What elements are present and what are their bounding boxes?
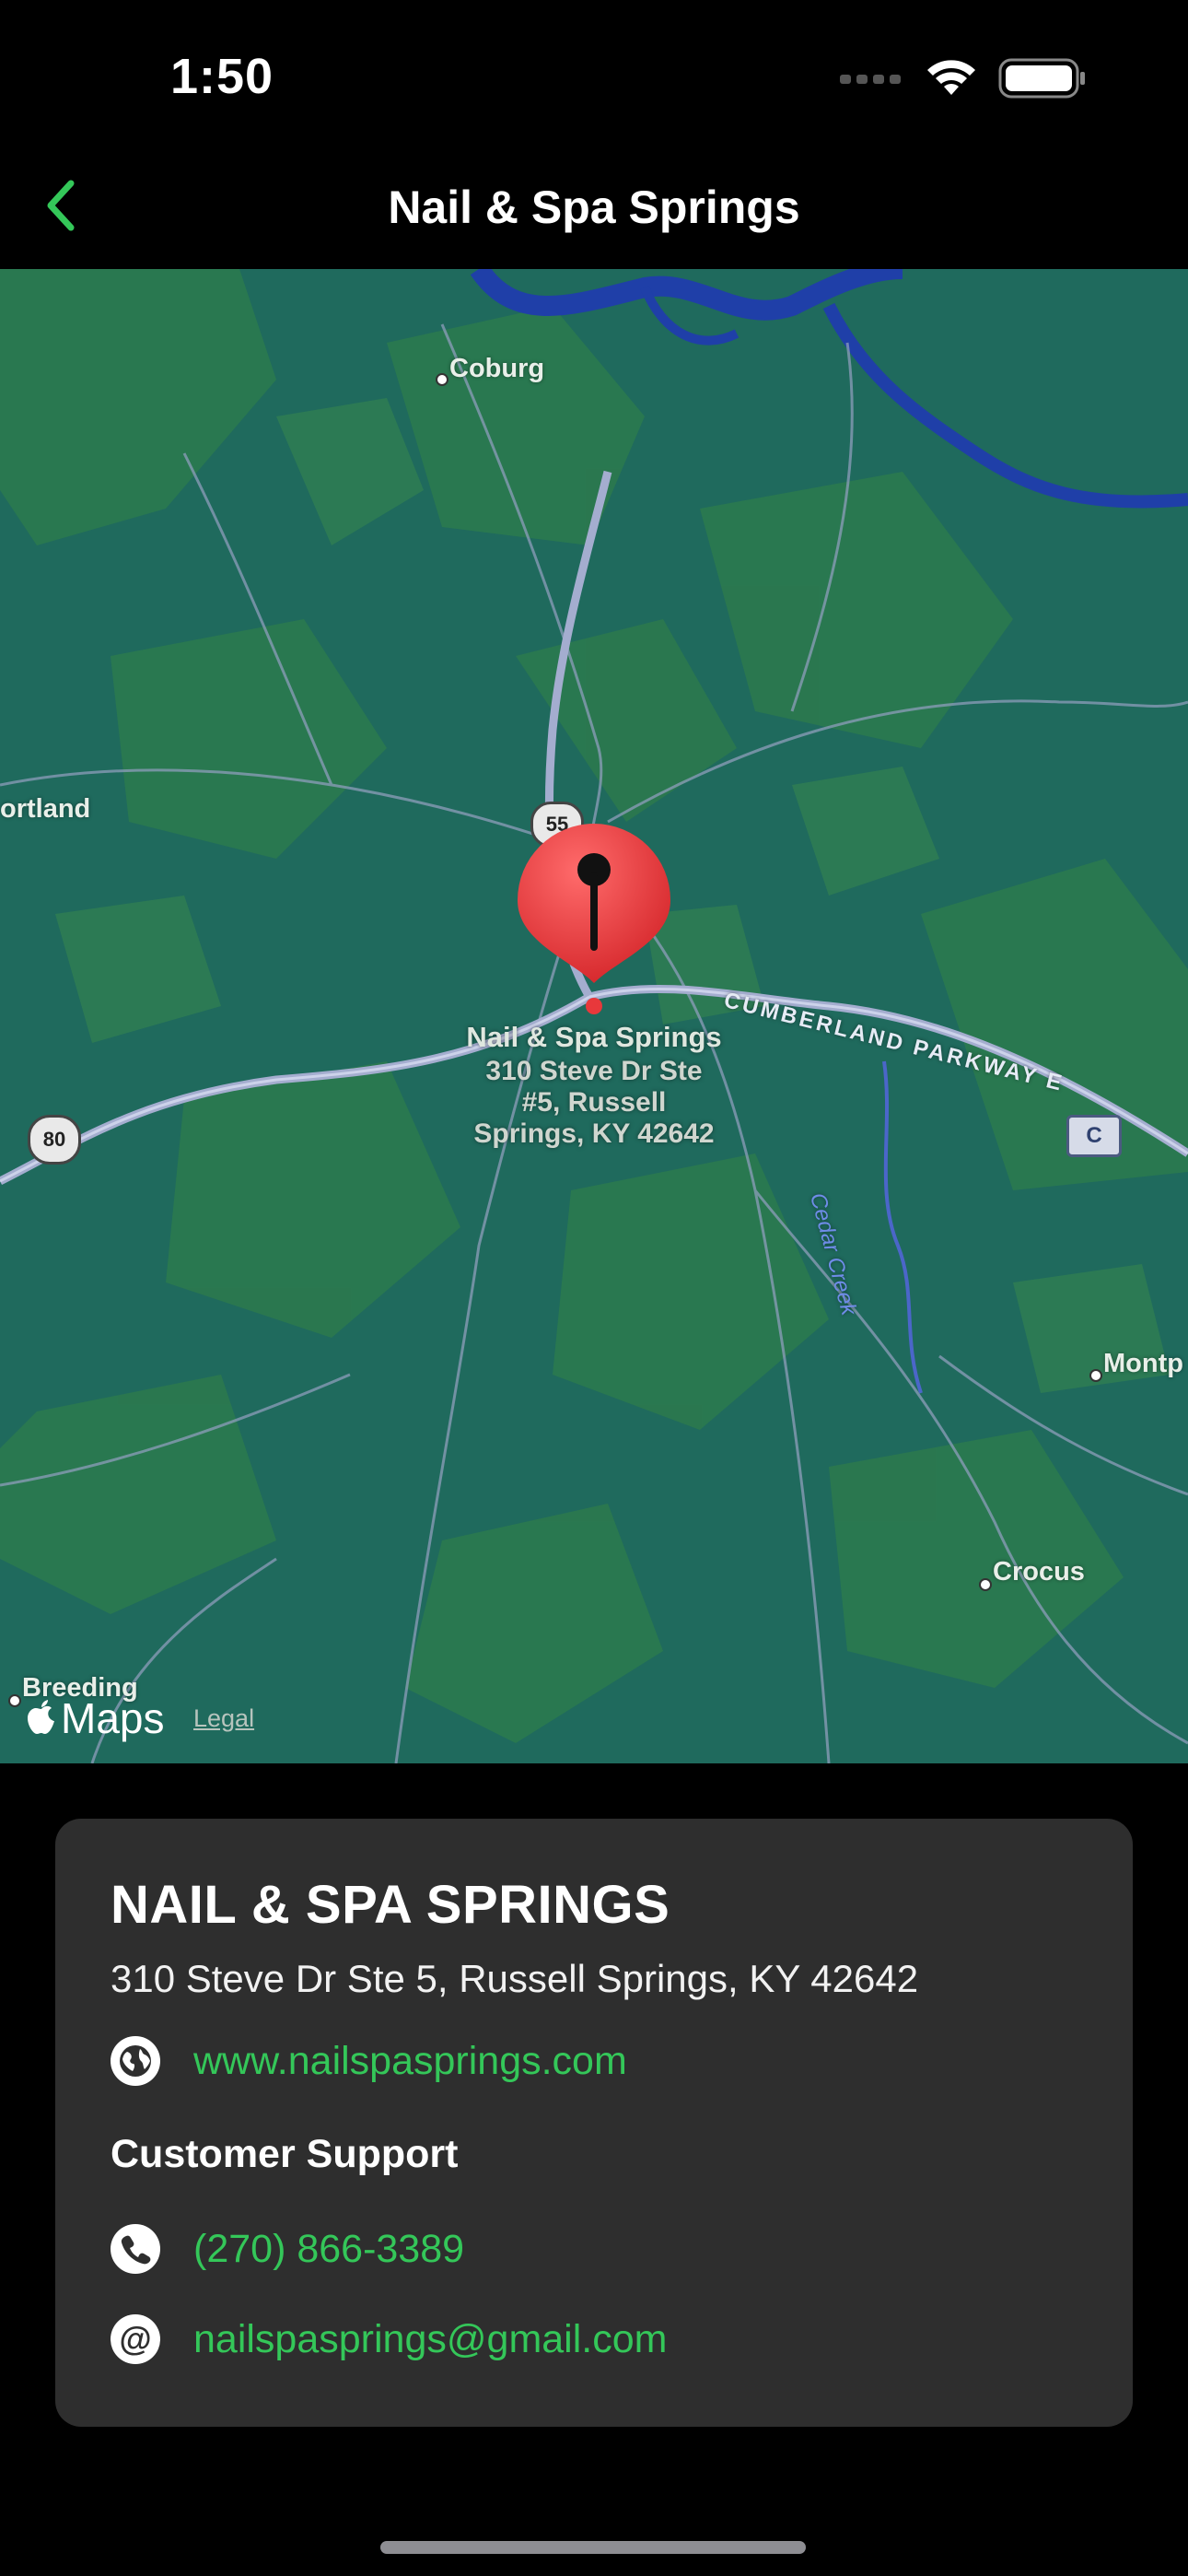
place-dot <box>1089 1369 1102 1382</box>
phone-icon <box>111 2224 160 2274</box>
business-address: 310 Steve Dr Ste 5, Russell Springs, KY … <box>111 1957 919 2000</box>
pin-address-line1: 310 Steve Dr Ste <box>485 1056 703 1086</box>
place-label-portland: ortland <box>0 794 91 824</box>
email-row[interactable]: @ nailspasprings@gmail.com <box>111 2314 667 2364</box>
maps-logo-text: Maps <box>61 1694 165 1742</box>
pin-name: Nail & Spa Springs <box>466 1021 722 1053</box>
website-row[interactable]: www.nailspasprings.com <box>111 2036 627 2086</box>
at-sign-icon: @ <box>111 2314 160 2364</box>
status-time: 1:50 <box>170 49 274 104</box>
place-label-crocus: Crocus <box>993 1557 1085 1587</box>
globe-icon <box>111 2036 160 2086</box>
phone-row[interactable]: (270) 866-3389 <box>111 2224 464 2274</box>
map-view[interactable]: Coburg ortland Montp Crocus Breeding CUM… <box>0 269 1188 1763</box>
location-pin[interactable] <box>516 822 672 1015</box>
place-dot <box>979 1578 992 1591</box>
place-label-montp: Montp <box>1103 1349 1183 1378</box>
pin-address-line2: #5, Russell <box>521 1087 667 1118</box>
page-title: Nail & Spa Springs <box>388 181 800 233</box>
apple-logo-icon <box>26 1700 57 1737</box>
phone-link[interactable]: (270) 866-3389 <box>193 2227 464 2272</box>
business-info-card: NAIL & SPA SPRINGS 310 Steve Dr Ste 5, R… <box>55 1819 1133 2427</box>
route-shield-c: C <box>1066 1115 1122 1157</box>
place-dot <box>436 373 448 386</box>
wifi-icon <box>925 58 978 103</box>
map-terrain <box>0 269 1188 1763</box>
home-indicator <box>380 2541 806 2554</box>
cellular-icon <box>840 69 904 92</box>
battery-icon <box>998 57 1087 104</box>
place-label-coburg: Coburg <box>449 354 545 383</box>
email-link[interactable]: nailspasprings@gmail.com <box>193 2317 667 2362</box>
pin-address-line3: Springs, KY 42642 <box>473 1118 715 1149</box>
legal-link[interactable]: Legal <box>193 1704 254 1733</box>
website-link[interactable]: www.nailspasprings.com <box>193 2039 627 2084</box>
support-section-title: Customer Support <box>111 2132 459 2176</box>
status-icons <box>840 57 1087 104</box>
place-dot <box>8 1694 21 1707</box>
route-shield-80: 80 <box>28 1115 81 1165</box>
maps-logo: Maps <box>26 1693 164 1743</box>
business-name: NAIL & SPA SPRINGS <box>111 1875 670 1935</box>
